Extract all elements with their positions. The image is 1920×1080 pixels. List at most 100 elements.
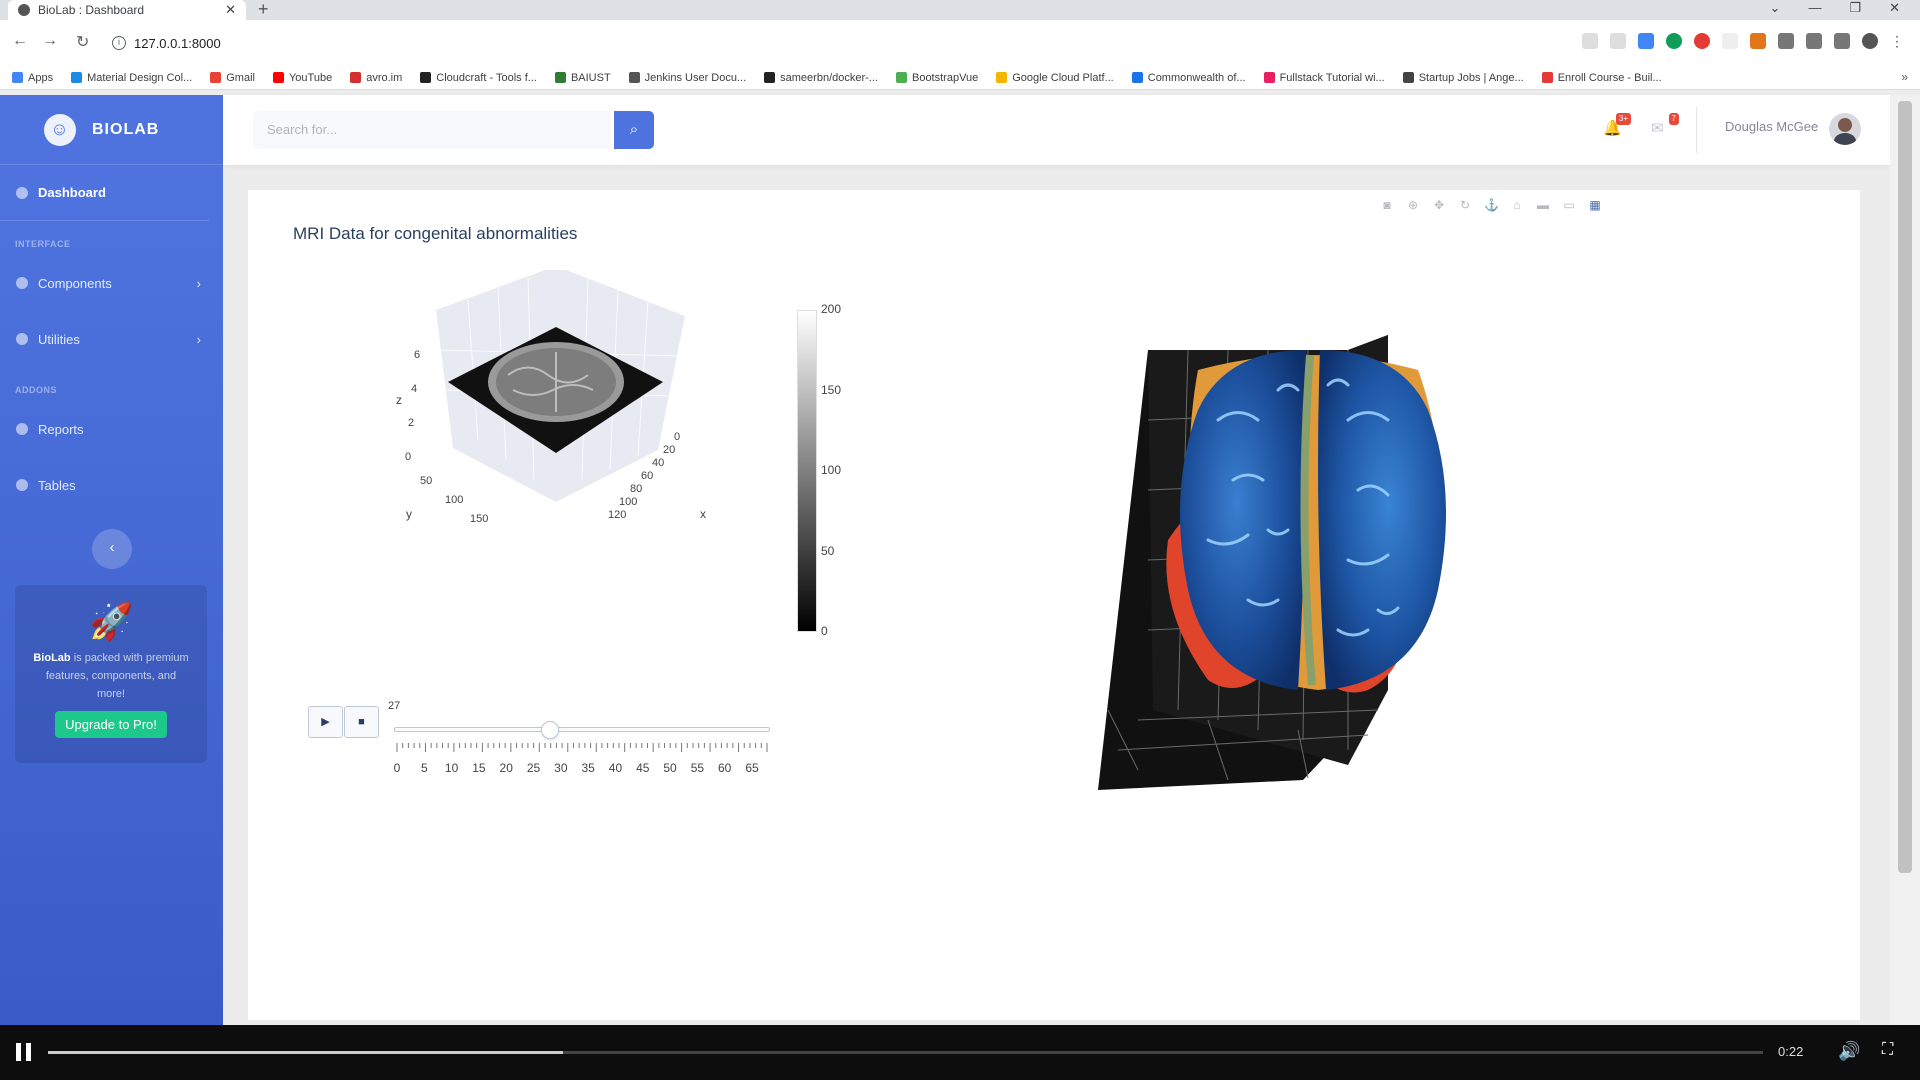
bookmark-favicon-icon bbox=[71, 72, 83, 83]
extensions-puzzle-icon[interactable] bbox=[1778, 33, 1794, 49]
slider-tick-label: 15 bbox=[472, 761, 486, 775]
bookmark-favicon-icon bbox=[210, 72, 222, 83]
volume-icon[interactable]: 🔊 bbox=[1838, 1041, 1860, 1062]
hover-toggle-icon[interactable]: ▭ bbox=[1562, 198, 1576, 212]
brand[interactable]: ☺ BIOLAB bbox=[0, 95, 223, 165]
x-tick-label: 120 bbox=[608, 509, 626, 521]
mri-slice-3d-plot[interactable]: z y x 6420 50100150 020406080100120 bbox=[358, 270, 788, 560]
page-scrollbar[interactable] bbox=[1890, 95, 1920, 1025]
slice-slider-handle[interactable] bbox=[541, 721, 560, 739]
opera-extension-icon[interactable] bbox=[1694, 33, 1710, 49]
bookmark-star-icon[interactable] bbox=[1610, 33, 1626, 49]
alerts-bell-icon[interactable]: 🔔 3+ bbox=[1603, 113, 1631, 137]
sidebar-item-components[interactable]: Components › bbox=[0, 255, 223, 311]
bookmark-item[interactable]: Gmail bbox=[210, 72, 255, 84]
zoom-icon[interactable]: ⊕ bbox=[1406, 198, 1420, 212]
messages-envelope-icon[interactable]: ✉ 7 bbox=[1651, 113, 1679, 137]
bookmark-favicon-icon bbox=[895, 72, 907, 83]
upgrade-button[interactable]: Upgrade to Pro! bbox=[55, 711, 167, 738]
close-tab-icon[interactable]: ✕ bbox=[225, 2, 236, 18]
bookmark-favicon-icon bbox=[1263, 72, 1275, 83]
chevron-right-icon: › bbox=[196, 331, 201, 347]
bookmark-item[interactable]: Enroll Course - Buil... bbox=[1541, 72, 1662, 84]
bookmark-item[interactable]: avro.im bbox=[350, 72, 402, 84]
bookmark-item[interactable]: Cloudcraft - Tools f... bbox=[420, 72, 537, 84]
bookmark-item[interactable]: Commonwealth of... bbox=[1131, 72, 1246, 84]
user-name[interactable]: Douglas McGee bbox=[1725, 119, 1818, 134]
axis-z: z bbox=[396, 393, 402, 407]
slider-tick-label: 50 bbox=[663, 761, 677, 775]
sidebar-item-utilities[interactable]: Utilities › bbox=[0, 311, 223, 367]
z-tick-label: 4 bbox=[411, 383, 417, 395]
z-tick-label: 0 bbox=[405, 451, 411, 463]
stop-button[interactable]: ■ bbox=[344, 706, 379, 738]
bookmark-item[interactable]: Startup Jobs | Ange... bbox=[1402, 72, 1524, 84]
back-icon[interactable]: ← bbox=[12, 32, 28, 50]
avatar[interactable] bbox=[1829, 113, 1861, 145]
brain-3d-render[interactable] bbox=[1048, 310, 1608, 870]
grammarly-extension-icon[interactable] bbox=[1666, 33, 1682, 49]
pause-icon[interactable] bbox=[16, 1043, 32, 1061]
bookmark-item[interactable]: Apps bbox=[12, 72, 53, 84]
reading-list-icon[interactable] bbox=[1806, 33, 1822, 49]
translate-extension-icon[interactable] bbox=[1638, 33, 1654, 49]
forward-icon[interactable]: → bbox=[42, 32, 58, 50]
tab-search-icon[interactable]: ⌄ bbox=[1770, 0, 1781, 16]
bookmark-item[interactable]: Fullstack Tutorial wi... bbox=[1263, 72, 1385, 84]
x-tick-label: 80 bbox=[630, 483, 642, 495]
url-text: 127.0.0.1:8000 bbox=[134, 35, 221, 51]
bookmark-item[interactable]: BAIUST bbox=[554, 72, 611, 84]
promo-text: BioLab is packed with premium features, … bbox=[15, 643, 207, 711]
pan-icon[interactable]: ✥ bbox=[1432, 198, 1446, 212]
plotly-logo-icon[interactable]: ▦ bbox=[1588, 198, 1602, 212]
bookmark-item[interactable]: Jenkins User Docu... bbox=[628, 72, 746, 84]
orbit-rotation-icon[interactable]: ↻ bbox=[1458, 198, 1472, 212]
video-time: 0:22 bbox=[1778, 1044, 1804, 1059]
bookmark-item[interactable]: Google Cloud Platf... bbox=[996, 72, 1114, 84]
sidebar-item-tables[interactable]: Tables bbox=[0, 457, 223, 513]
reload-icon[interactable]: ↻ bbox=[76, 32, 89, 52]
share-icon[interactable] bbox=[1582, 33, 1598, 49]
metamask-extension-icon[interactable] bbox=[1750, 33, 1766, 49]
browser-tab[interactable]: BioLab : Dashboard ✕ bbox=[8, 0, 246, 20]
blank-extension-icon[interactable] bbox=[1722, 33, 1738, 49]
page-title: MRI Data for congenital abnormalities bbox=[293, 224, 578, 243]
play-button[interactable]: ▶ bbox=[308, 706, 343, 738]
x-tick-label: 0 bbox=[674, 431, 680, 443]
search-button[interactable]: ⌕ bbox=[614, 111, 654, 149]
sidebar-item-label: Components bbox=[38, 275, 112, 291]
bookmark-item[interactable]: Material Design Col... bbox=[71, 72, 192, 84]
sidebar-toggle-button[interactable]: ‹ bbox=[92, 529, 132, 569]
site-info-icon[interactable]: i bbox=[112, 36, 126, 50]
slice-slider-rail[interactable] bbox=[394, 727, 770, 732]
profile-avatar-icon[interactable] bbox=[1862, 33, 1878, 49]
bookmark-label: Cloudcraft - Tools f... bbox=[436, 71, 537, 84]
side-panel-icon[interactable] bbox=[1834, 33, 1850, 49]
bookmark-favicon-icon bbox=[1541, 72, 1553, 83]
reset-camera-icon[interactable]: ▬ bbox=[1536, 198, 1550, 212]
close-window-button[interactable]: ✕ bbox=[1889, 0, 1900, 16]
bookmark-label: YouTube bbox=[288, 71, 333, 84]
turntable-icon[interactable]: ⚓ bbox=[1484, 198, 1499, 212]
slider-tick-label: 30 bbox=[554, 761, 568, 775]
restore-button[interactable]: ❐ bbox=[1849, 0, 1861, 16]
url-field[interactable]: i 127.0.0.1:8000 bbox=[112, 31, 1512, 55]
minimize-button[interactable]: — bbox=[1808, 0, 1821, 16]
bookmark-favicon-icon bbox=[272, 72, 284, 83]
new-tab-button[interactable]: + bbox=[258, 0, 269, 18]
search-input[interactable]: Search for... bbox=[253, 111, 611, 149]
bookmark-label: avro.im bbox=[366, 71, 403, 84]
browser-menu-icon[interactable]: ⋮ bbox=[1890, 33, 1906, 49]
colorbar-tick-label: 50 bbox=[821, 543, 835, 558]
camera-icon[interactable]: ◙ bbox=[1380, 198, 1394, 212]
sidebar-item-dashboard[interactable]: Dashboard bbox=[0, 165, 209, 221]
bookmark-item[interactable]: sameerbn/docker-... bbox=[764, 72, 878, 84]
exit-fullscreen-icon[interactable]: ⛶ bbox=[1882, 1041, 1893, 1059]
bookmark-item[interactable]: YouTube bbox=[272, 71, 333, 84]
bookmarks-overflow-icon[interactable]: » bbox=[1901, 70, 1908, 84]
bookmark-item[interactable]: BootstrapVue bbox=[895, 72, 978, 84]
sidebar-item-reports[interactable]: Reports bbox=[0, 401, 223, 457]
home-icon[interactable]: ⌂ bbox=[1510, 198, 1524, 212]
sidebar-item-label: Utilities bbox=[38, 331, 80, 347]
scrollbar-thumb[interactable] bbox=[1898, 101, 1912, 873]
